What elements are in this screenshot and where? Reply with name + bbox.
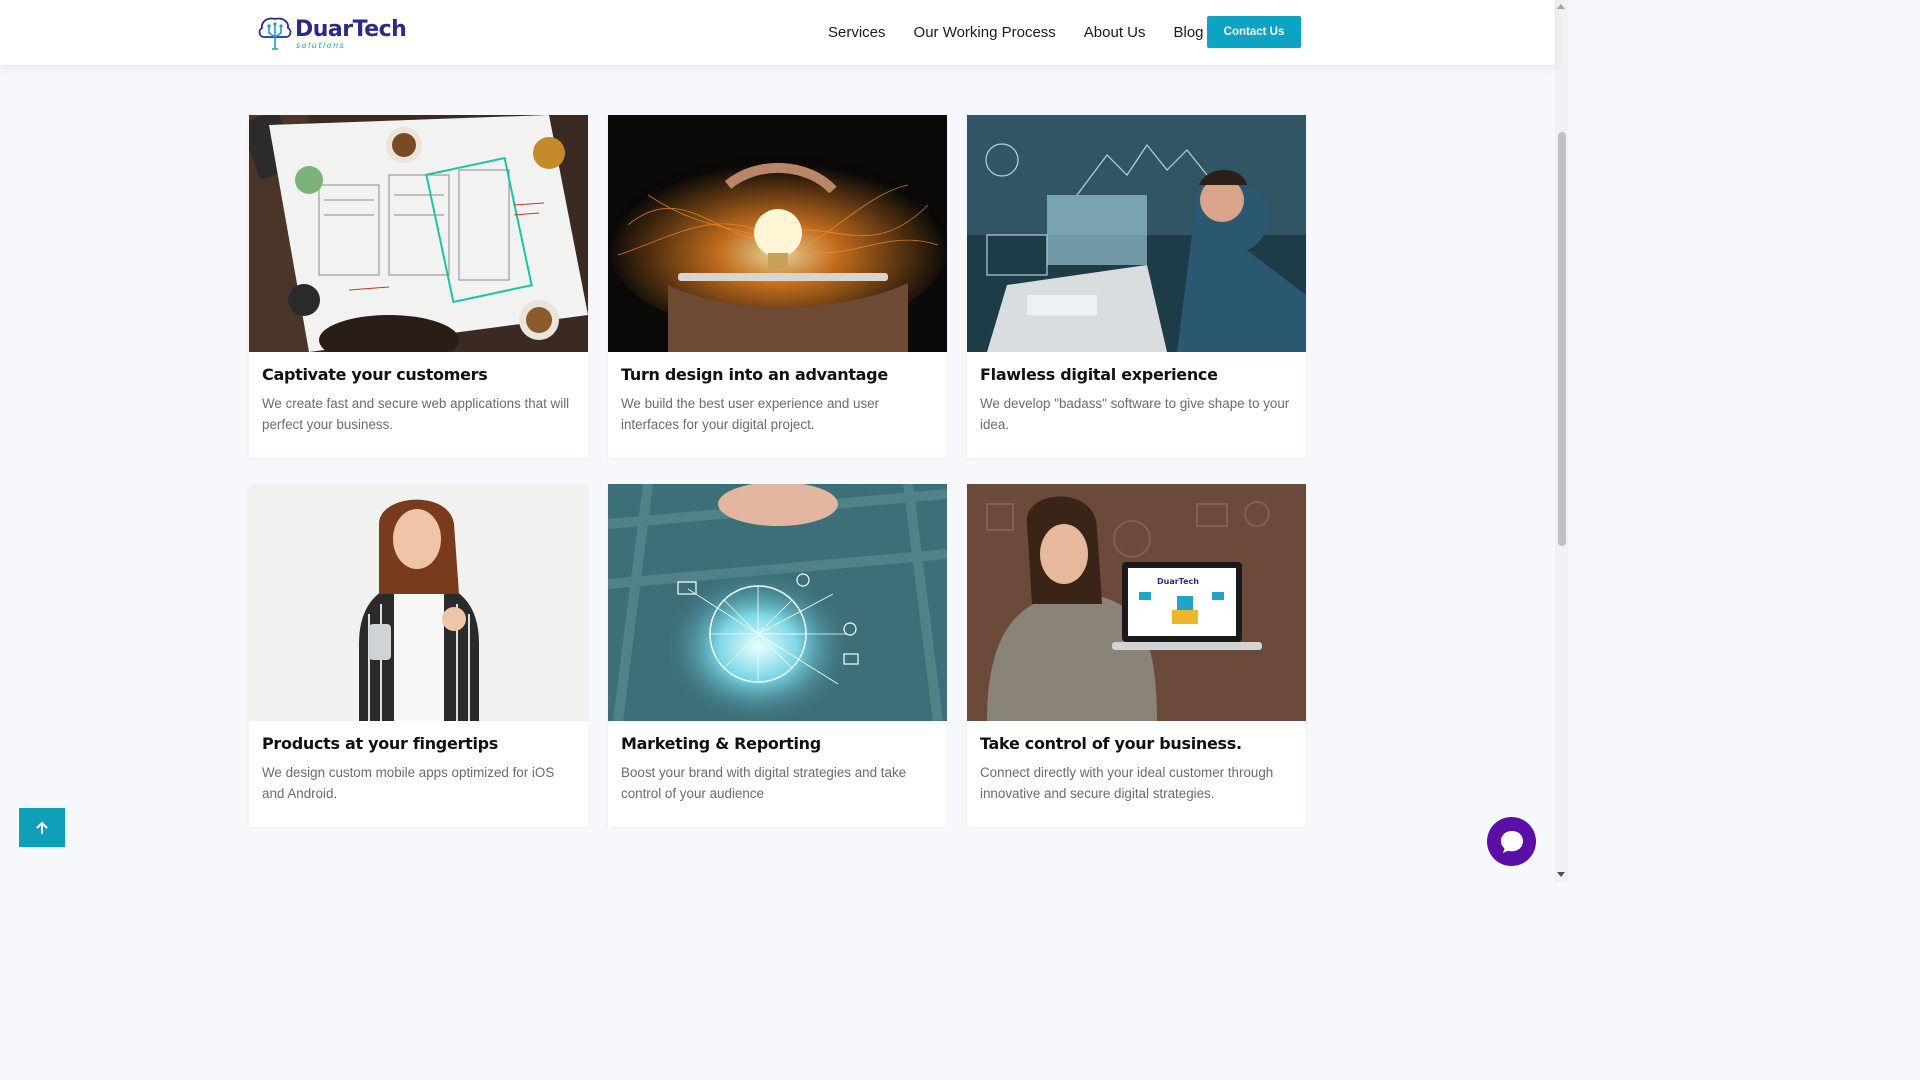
card-description: We create fast and secure web applicatio… (262, 396, 570, 432)
card-description: We build the best user experience and us… (621, 396, 880, 432)
card-description: We design custom mobile apps optimized f… (262, 765, 555, 801)
card-title: Take control of your business. (980, 734, 1242, 753)
card-title: Turn design into an advantage (621, 365, 888, 384)
arrow-up-icon (36, 821, 48, 834)
card-description: We develop "badass" software to give sha… (980, 396, 1290, 432)
card-description: Boost your brand with digital strategies… (621, 765, 907, 801)
brand-name: DuarTech (295, 17, 407, 42)
scroll-down-arrow-icon[interactable] (1557, 872, 1565, 877)
scrollbar-thumb[interactable] (1558, 132, 1566, 546)
wireframe-sketches-photo (249, 115, 588, 352)
chat-bubble-icon (1500, 830, 1523, 853)
card-title: Products at your fingertips (262, 734, 499, 753)
service-card-mobile[interactable]: Products at your fingertips We design cu… (249, 484, 588, 827)
nav-item-blog[interactable]: Blog (1174, 24, 1204, 41)
scroll-up-arrow-icon[interactable] (1557, 4, 1565, 9)
card-title: Flawless digital experience (980, 365, 1218, 384)
service-card-marketing[interactable]: Marketing & Reporting Boost your brand w… (608, 484, 947, 827)
nav-item-about-us[interactable]: About Us (1084, 24, 1146, 41)
site-header: DuarTech solutions Services Our Working … (0, 0, 1555, 65)
service-card-software[interactable]: Flawless digital experience We develop "… (967, 115, 1306, 458)
card-title: Captivate your customers (262, 365, 488, 384)
tree-circuit-icon (258, 17, 292, 50)
brand-tagline: solutions (296, 41, 346, 50)
laptop-screen-brand: DuarTech (1157, 577, 1199, 586)
chat-widget-button[interactable] (1487, 817, 1536, 866)
back-to-top-button[interactable] (19, 808, 65, 847)
digital-network-photo (608, 484, 947, 721)
nav-item-working-process[interactable]: Our Working Process (914, 24, 1056, 41)
contact-us-button[interactable]: Contact Us (1207, 16, 1301, 48)
page-scrollbar[interactable] (1555, 0, 1568, 882)
main-nav: Services Our Working Process About Us Bl… (828, 16, 1232, 48)
brand-logo[interactable]: DuarTech solutions (255, 13, 407, 53)
card-title: Marketing & Reporting (621, 734, 821, 753)
service-card-design[interactable]: Turn design into an advantage We build t… (608, 115, 947, 458)
service-card-web[interactable]: Captivate your customers We create fast … (249, 115, 588, 458)
lightbulb-tablet-photo (608, 115, 947, 352)
woman-laptop-photo: DuarTech (967, 484, 1306, 721)
analyst-screens-photo (967, 115, 1306, 352)
woman-phone-photo (249, 484, 588, 721)
service-card-business[interactable]: DuarTech Take control of your business. … (967, 484, 1306, 827)
card-description: Connect directly with your ideal custome… (980, 765, 1274, 801)
nav-item-services[interactable]: Services (828, 24, 886, 41)
